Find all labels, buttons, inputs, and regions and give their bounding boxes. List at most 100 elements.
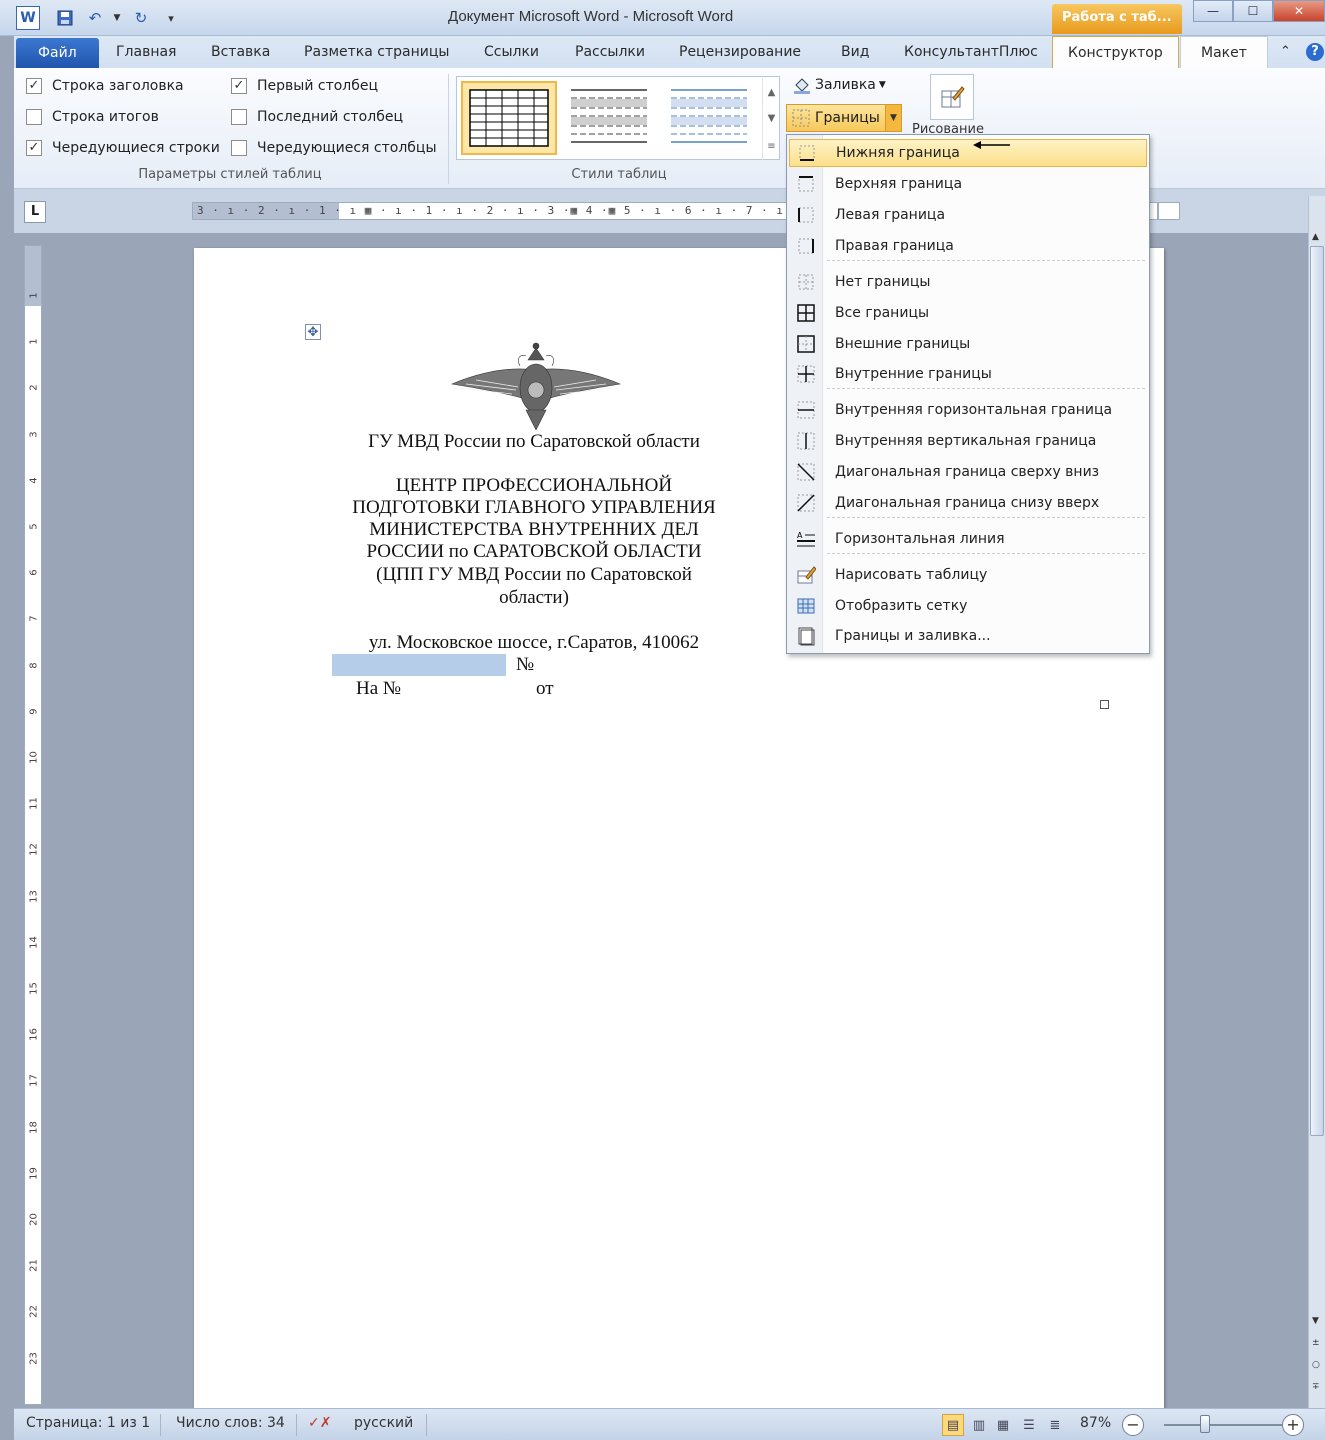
center-line-6[interactable]: области) [334,587,734,609]
web-layout-view-icon[interactable]: ▦ [992,1414,1014,1436]
tab-page-layout[interactable]: Разметка страницы [302,36,451,68]
draft-view-icon[interactable]: ≣ [1044,1414,1066,1436]
menu-item-horizontal-line[interactable]: A Горизонтальная линия [789,525,1147,553]
scrollbar-thumb[interactable] [1310,246,1324,1136]
menu-item-border-right[interactable]: Правая граница [789,232,1147,260]
tab-review[interactable]: Рецензирование [677,36,803,68]
menu-item-border-left[interactable]: Левая граница [789,201,1147,229]
help-icon[interactable]: ? [1306,43,1324,61]
full-screen-reading-view-icon[interactable]: ▥ [968,1414,990,1436]
tab-selector-icon[interactable]: L [24,201,46,223]
menu-item-border-inside[interactable]: Внутренние границы [789,360,1147,388]
menu-item-label: Диагональная граница сверху вниз [835,464,1100,480]
selected-table-cell[interactable] [332,654,506,676]
reply-number-label[interactable]: На № [356,678,401,700]
vertical-ruler-mark: 2 [28,384,40,392]
center-line-5[interactable]: (ЦПП ГУ МВД России по Саратовской [334,564,734,586]
banded-rows-checkbox[interactable]: ✓ Чередующиеся строки [26,140,220,156]
tab-mailings[interactable]: Рассылки [573,36,647,68]
gallery-scroll-down-icon[interactable]: ▼ [762,104,780,132]
tab-table-design[interactable]: Конструктор [1052,36,1179,70]
last-column-checkbox[interactable]: Последний столбец [231,109,403,125]
tab-references[interactable]: Ссылки [482,36,541,68]
table-resize-handle-icon[interactable] [1100,700,1109,709]
center-line-4[interactable]: РОССИИ по САРАТОВСКОЙ ОБЛАСТИ [334,541,734,563]
close-button[interactable]: ✕ [1273,0,1325,22]
print-layout-view-icon[interactable]: ▤ [942,1414,964,1436]
language-indicator[interactable]: русский [354,1415,413,1431]
browse-object-icon[interactable]: ○ [1312,1360,1320,1370]
menu-item-border-none[interactable]: Нет границы [789,268,1147,296]
menu-item-draw-table[interactable]: Нарисовать таблицу [789,561,1147,589]
undo-icon[interactable]: ↶ [84,7,106,29]
address-line[interactable]: ул. Московское шоссе, г.Саратов, 410062 [334,632,734,654]
word-count[interactable]: Число слов: 34 [176,1415,285,1431]
menu-item-border-outside[interactable]: Внешние границы [789,330,1147,358]
gallery-scroll-up-icon[interactable]: ▲ [762,78,780,106]
group-separator [448,74,449,184]
menu-item-border-bottom[interactable]: Нижняя граница [789,139,1147,167]
scroll-up-icon[interactable]: ▲ [1312,232,1319,242]
minimize-ribbon-icon[interactable]: ⌃ [1278,36,1293,68]
scroll-down-icon[interactable]: ▼ [1312,1316,1319,1326]
table-style-light-shading[interactable] [563,81,659,155]
vertical-ruler-mark: 22 [28,1305,40,1319]
draw-table-button[interactable] [930,74,974,120]
menu-item-label: Верхняя граница [835,176,963,192]
outline-view-icon[interactable]: ☰ [1018,1414,1040,1436]
header-row-checkbox[interactable]: ✓ Строка заголовка [26,78,184,94]
center-line-1[interactable]: ЦЕНТР ПРОФЕССИОНАЛЬНОЙ [334,475,734,497]
borders-dropdown-icon[interactable]: ▼ [885,105,901,131]
zoom-out-button[interactable]: − [1122,1414,1144,1436]
organization-name[interactable]: ГУ МВД России по Саратовской области [334,431,734,453]
total-row-checkbox[interactable]: Строка итогов [26,109,159,125]
menu-item-border-diagonal-up[interactable]: Диагональная граница снизу вверх [789,489,1147,517]
tab-insert[interactable]: Вставка [209,36,272,68]
zoom-slider-thumb[interactable] [1200,1415,1210,1433]
redo-icon[interactable]: ↻ [130,7,152,29]
from-label[interactable]: от [536,678,554,700]
save-icon[interactable] [54,7,76,29]
zoom-in-button[interactable]: + [1282,1414,1304,1436]
undo-dropdown-icon[interactable]: ▼ [106,7,128,29]
next-page-icon[interactable]: ∓ [1312,1382,1320,1392]
table-move-handle-icon[interactable]: ✥ [305,324,321,340]
banded-columns-checkbox[interactable]: Чередующиеся столбцы [231,140,437,156]
first-column-checkbox[interactable]: ✓ Первый столбец [231,78,378,94]
menu-item-borders-shading-dialog[interactable]: Границы и заливка... [789,622,1147,650]
maximize-button[interactable]: ☐ [1233,0,1273,22]
previous-page-icon[interactable]: ± [1312,1338,1320,1348]
table-style-light-shading-accent[interactable] [663,81,759,155]
menu-item-border-diagonal-down[interactable]: Диагональная граница сверху вниз [789,458,1147,486]
status-separator [160,1414,161,1436]
menu-item-border-inside-vertical[interactable]: Внутренняя вертикальная граница [789,427,1147,455]
center-line-3[interactable]: МИНИСТЕРСТВА ВНУТРЕННИХ ДЕЛ [334,519,734,541]
zoom-level[interactable]: 87% [1080,1415,1111,1431]
tab-view[interactable]: Вид [839,36,871,68]
tab-file[interactable]: Файл [16,38,99,68]
borders-label: Границы [815,110,880,126]
page-counter[interactable]: Страница: 1 из 1 [26,1415,150,1431]
borders-button[interactable]: Границы ▼ [786,104,902,132]
proofing-icon[interactable]: ✓✗ [308,1415,331,1431]
menu-item-view-gridlines[interactable]: Отобразить сетку [789,592,1147,620]
word-app-icon[interactable]: W [16,6,40,30]
minimize-button[interactable]: — [1193,0,1233,22]
menu-item-border-all[interactable]: Все границы [789,299,1147,327]
menu-item-border-inside-horizontal[interactable]: Внутренняя горизонтальная граница [789,396,1147,424]
vertical-ruler[interactable]: 1 1 2 3 4 5 6 7 8 9 10 11 12 13 14 15 16 17 18 19 20 21 22 23 [24,245,42,1405]
gallery-more-icon[interactable]: ≡ [762,132,780,160]
checkbox-icon: ✓ [231,78,247,94]
shading-button[interactable]: Заливка ▼ [792,76,886,94]
menu-item-border-top[interactable]: Верхняя граница [789,170,1147,198]
shading-dropdown-icon: ▼ [878,80,886,90]
vertical-scrollbar[interactable]: ▲ ▼ ± ○ ∓ [1308,196,1325,1408]
tab-home[interactable]: Главная [114,36,178,68]
center-line-2[interactable]: ПОДГОТОВКИ ГЛАВНОГО УПРАВЛЕНИЯ [334,497,734,519]
zoom-slider-track[interactable] [1164,1424,1294,1426]
customize-quick-access-icon[interactable]: ▾ [160,7,182,29]
number-sign[interactable]: № [516,654,534,676]
tab-table-layout[interactable]: Макет [1180,36,1268,68]
table-style-grid[interactable] [461,81,557,155]
tab-consultantplus[interactable]: КонсультантПлюс [902,36,1040,68]
